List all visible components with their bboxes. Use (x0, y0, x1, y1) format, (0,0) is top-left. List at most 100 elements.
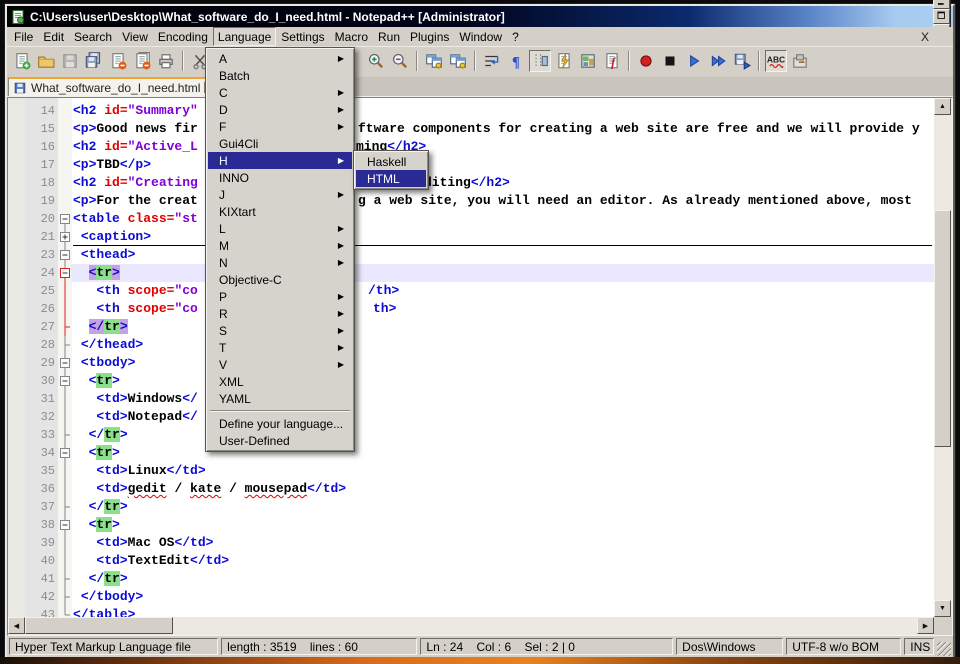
horizontal-scrollbar[interactable]: ◀ ▶ (8, 617, 934, 635)
menubar-item-edit[interactable]: Edit (38, 27, 69, 46)
new-file-icon[interactable] (11, 50, 33, 72)
menubar-item-macro[interactable]: Macro (330, 27, 373, 46)
code-line-42[interactable]: 42 </tbody> (8, 588, 952, 606)
code-line-39[interactable]: 39 <td>Mac OS</td> (8, 534, 952, 552)
code-line-18[interactable]: 18<h2 id="Creatingditing</h2> (8, 174, 952, 192)
macro-run-multiple-icon[interactable] (707, 50, 729, 72)
sync-horizontal-icon[interactable] (447, 50, 469, 72)
close-all-icon[interactable] (131, 50, 153, 72)
code-line-32[interactable]: 32 <td>Notepad</ (8, 408, 952, 426)
code-line-19[interactable]: 19<p>For the creatg a web site, you will… (8, 192, 952, 210)
fold-marker[interactable] (58, 570, 72, 588)
fold-marker[interactable] (58, 318, 72, 336)
menubar-item-file[interactable]: File (9, 27, 38, 46)
zoom-out-icon[interactable] (389, 50, 411, 72)
indent-guide-icon[interactable] (529, 50, 551, 72)
scroll-down-icon[interactable]: ▼ (934, 600, 951, 617)
sync-vertical-icon[interactable] (423, 50, 445, 72)
language-menu-item-gui4cli[interactable]: Gui4Cli (208, 135, 352, 152)
code-line-34[interactable]: 34 <tr> (8, 444, 952, 462)
language-menu-item-s[interactable]: S▶ (208, 322, 352, 339)
status-insert-mode[interactable]: INS (904, 638, 934, 655)
language-menu-item-kixtart[interactable]: KIXtart (208, 203, 352, 220)
menubar-item-view[interactable]: View (117, 27, 153, 46)
language-menu-item-v[interactable]: V▶ (208, 356, 352, 373)
menubar-item-language[interactable]: Language (213, 27, 276, 46)
language-menu-item-n[interactable]: N▶ (208, 254, 352, 271)
language-menu-item-objective-c[interactable]: Objective-C (208, 271, 352, 288)
language-menu-item-c[interactable]: C▶ (208, 84, 352, 101)
fold-marker[interactable] (58, 444, 72, 462)
fold-marker[interactable] (58, 282, 72, 300)
fold-marker[interactable] (58, 336, 72, 354)
show-all-characters-icon[interactable]: ¶ (505, 50, 527, 72)
language-menu-item-yaml[interactable]: YAML (208, 390, 352, 407)
spell-check-icon[interactable]: ABC (765, 50, 787, 72)
code-line-41[interactable]: 41 </tr> (8, 570, 952, 588)
scroll-left-icon[interactable]: ◀ (8, 617, 25, 634)
status-encoding[interactable]: UTF-8 w/o BOM (786, 638, 901, 655)
language-menu-item-batch[interactable]: Batch (208, 67, 352, 84)
language-menu-item-a[interactable]: A▶ (208, 50, 352, 67)
code-line-35[interactable]: 35 <td>Linux</td> (8, 462, 952, 480)
save-all-icon[interactable] (83, 50, 105, 72)
word-wrap-icon[interactable] (481, 50, 503, 72)
language-menu-item-l[interactable]: L▶ (208, 220, 352, 237)
doc-switcher-icon[interactable] (553, 50, 575, 72)
scroll-right-icon[interactable]: ▶ (917, 617, 934, 634)
fold-marker[interactable] (58, 498, 72, 516)
tab-what-software-do-i-need[interactable]: What_software_do_I_need.html x (8, 77, 221, 96)
code-line-25[interactable]: 25 <th scope="co/th> (8, 282, 952, 300)
menubar-item-search[interactable]: Search (69, 27, 117, 46)
fold-marker[interactable] (58, 408, 72, 426)
macro-play-icon[interactable] (683, 50, 705, 72)
language-submenu-item-haskell[interactable]: Haskell (356, 153, 426, 170)
status-eol-format[interactable]: Dos\Windows (676, 638, 783, 655)
vertical-scroll-thumb[interactable] (934, 210, 951, 447)
language-menu-item-f[interactable]: F▶ (208, 118, 352, 135)
code-line-31[interactable]: 31 <td>Windows</ (8, 390, 952, 408)
fold-marker[interactable] (58, 552, 72, 570)
minimize-button[interactable] (933, 0, 950, 9)
language-menu-item-d[interactable]: D▶ (208, 101, 352, 118)
code-line-20[interactable]: 20<table class="st (8, 210, 952, 228)
plugin-icon[interactable] (789, 50, 811, 72)
print-icon[interactable] (155, 50, 177, 72)
language-menu-item-xml[interactable]: XML (208, 373, 352, 390)
code-line-14[interactable]: 14<h2 id="Summary" (8, 102, 952, 120)
language-menu-item-j[interactable]: J▶ (208, 186, 352, 203)
code-line-30[interactable]: 30 <tr> (8, 372, 952, 390)
code-line-28[interactable]: 28 </thead> (8, 336, 952, 354)
macro-record-icon[interactable] (635, 50, 657, 72)
resize-grip[interactable] (937, 642, 951, 656)
language-menu-item-m[interactable]: M▶ (208, 237, 352, 254)
code-line-36[interactable]: 36 <td>gedit / kate / mousepad</td> (8, 480, 952, 498)
fold-marker[interactable] (58, 588, 72, 606)
code-line-37[interactable]: 37 </tr> (8, 498, 952, 516)
code-line-40[interactable]: 40 <td>TextEdit</td> (8, 552, 952, 570)
fold-marker[interactable] (58, 372, 72, 390)
menubar-item-run[interactable]: Run (373, 27, 405, 46)
language-menu-item-inno[interactable]: INNO (208, 169, 352, 186)
fold-marker[interactable] (58, 246, 72, 264)
open-file-icon[interactable] (35, 50, 57, 72)
fold-marker[interactable] (58, 462, 72, 480)
fold-marker[interactable] (58, 300, 72, 318)
code-line-38[interactable]: 38 <tr> (8, 516, 952, 534)
code-line-17[interactable]: 17<p>TBD</p> (8, 156, 952, 174)
fold-marker[interactable] (58, 480, 72, 498)
macro-save-icon[interactable] (731, 50, 753, 72)
menubar-item-settings[interactable]: Settings (276, 27, 329, 46)
maximize-button[interactable] (933, 9, 950, 24)
fold-marker[interactable] (58, 210, 72, 228)
close-document-button[interactable]: X (915, 27, 953, 46)
language-menu-item-h[interactable]: H▶ (208, 152, 352, 169)
fold-marker[interactable] (58, 228, 72, 246)
document-map-icon[interactable] (577, 50, 599, 72)
code-line-29[interactable]: 29 <tbody> (8, 354, 952, 372)
horizontal-scroll-thumb[interactable] (25, 617, 173, 634)
code-line-26[interactable]: 26 <th scope="coth> (8, 300, 952, 318)
zoom-in-icon[interactable] (365, 50, 387, 72)
fold-marker[interactable] (58, 264, 72, 282)
vertical-scrollbar[interactable]: ▲ ▼ (934, 98, 952, 617)
